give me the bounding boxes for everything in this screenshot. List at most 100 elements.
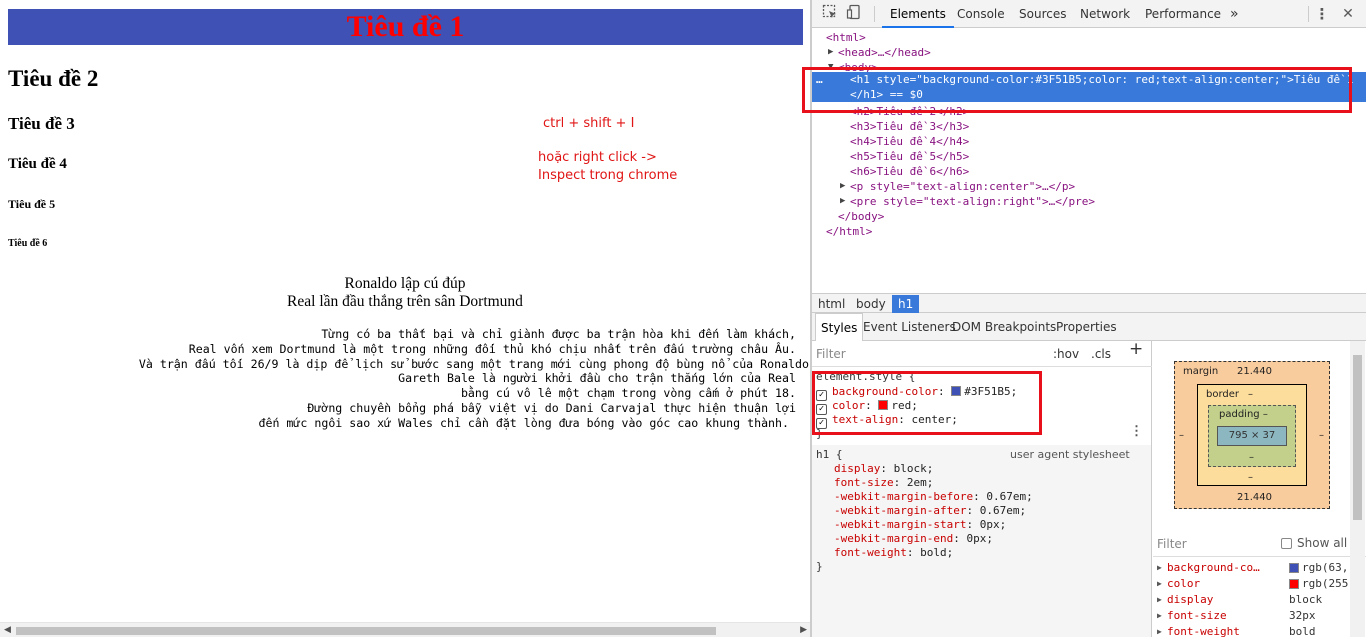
center-paragraph: Ronaldo lập cú đúp Real lần đầu thắng tr… — [0, 275, 810, 311]
color-swatch-icon — [1289, 563, 1299, 573]
cls-toggle[interactable]: .cls — [1091, 347, 1111, 361]
dom-h3[interactable]: <h3>Tiêu đề 3</h3> — [850, 119, 969, 134]
expand-triangle-icon[interactable]: ▶ — [828, 45, 833, 60]
margin-bottom-value[interactable]: 21.440 — [1237, 492, 1272, 503]
pre-line: Từng có ba thất bại và chỉ giành được ba… — [321, 327, 796, 341]
pre-line: đến mức ngôi sao xứ Wales chỉ cần đặt lò… — [258, 415, 789, 430]
customize-menu-icon[interactable]: ⋮ — [1312, 4, 1332, 24]
breadcrumb: html body h1 — [812, 293, 1366, 313]
box-model-margin: margin 21.440 21.440 – – border – – padd… — [1174, 361, 1330, 509]
tab-sources[interactable]: Sources — [1019, 0, 1066, 28]
box-model-content[interactable]: 795 × 37 — [1217, 426, 1287, 446]
ua-rule: -webkit-margin-before: 0.67em; — [834, 490, 1033, 503]
styles-filter-input[interactable]: Filter — [816, 347, 846, 361]
device-toolbar-icon[interactable] — [844, 4, 864, 24]
paragraph-line: Ronaldo lập cú đúp — [344, 275, 466, 292]
border-top-value[interactable]: – — [1248, 389, 1253, 400]
ua-selector: h1 { — [816, 448, 843, 461]
breadcrumb-h1[interactable]: h1 — [892, 295, 920, 313]
heading-2: Tiêu đề 2 — [8, 66, 99, 91]
pre-line: bằng cú vô lê một chạm trong vòng cấm ở … — [460, 386, 796, 401]
pre-line: Gareth Bale là người khởi đầu cho trận t… — [398, 371, 796, 386]
tab-console[interactable]: Console — [957, 0, 1005, 28]
computed-row[interactable]: ▶ font-size 32px — [1153, 608, 1348, 624]
horizontal-scrollbar[interactable]: ◀ ▶ — [0, 622, 810, 637]
rule-menu-icon[interactable]: ⋮ — [1130, 425, 1143, 439]
padding-label: padding – — [1219, 409, 1268, 420]
dom-body-close[interactable]: </body> — [838, 209, 884, 224]
ua-stylesheet-section: h1 { user agent stylesheet display: bloc… — [812, 445, 1151, 637]
pre-line: Và trận đấu tối 26/9 là dịp để lịch sử b… — [138, 356, 809, 371]
heading-6: Tiêu đề 6 — [8, 238, 48, 249]
annotation-box-styles — [812, 371, 1042, 435]
expand-triangle-icon[interactable]: ▶ — [840, 179, 845, 194]
box-model-padding: padding – – 795 × 37 — [1208, 405, 1296, 467]
heading-1: Tiêu đề 1 — [8, 9, 803, 45]
rule-close-brace: } — [816, 560, 823, 573]
ua-rule: -webkit-margin-after: 0.67em; — [834, 504, 1027, 517]
ua-rule: font-weight: bold; — [834, 546, 954, 559]
computed-row[interactable]: ▶ color rgb(255 — [1153, 576, 1348, 592]
tab-performance[interactable]: Performance — [1145, 0, 1221, 28]
devtools-toolbar: Elements Console Sources Network Perform… — [812, 0, 1366, 28]
margin-label: margin — [1183, 366, 1219, 377]
show-all-toggle[interactable]: Show all — [1281, 536, 1347, 550]
margin-top-value[interactable]: 21.440 — [1237, 366, 1272, 377]
expand-triangle-icon[interactable]: ▶ — [840, 194, 845, 209]
new-rule-icon[interactable]: + — [1129, 341, 1143, 358]
more-tabs-icon[interactable]: » — [1230, 0, 1239, 28]
computed-row[interactable]: ▶ font-weight bold — [1153, 624, 1348, 640]
box-model-border: border – – padding – – 795 × 37 — [1197, 384, 1307, 486]
computed-row[interactable]: ▶ display block — [1153, 592, 1348, 608]
scroll-right-arrow-icon[interactable]: ▶ — [800, 624, 807, 635]
computed-divider — [1153, 556, 1366, 557]
right-click-note: hoặc right click -> — [538, 150, 657, 165]
tab-event-listeners[interactable]: Event Listeners — [863, 313, 956, 341]
ua-rule: -webkit-margin-start: 0px; — [834, 518, 1007, 531]
dom-html-open[interactable]: <html> — [826, 30, 866, 45]
tab-properties[interactable]: Properties — [1056, 313, 1117, 341]
ua-rule: display: block; — [834, 462, 934, 475]
breadcrumb-body[interactable]: body — [850, 295, 892, 313]
breadcrumb-html[interactable]: html — [812, 295, 851, 313]
heading-3: Tiêu đề 3 — [8, 114, 75, 133]
toolbar-separator — [1308, 6, 1309, 22]
computed-filter-input[interactable]: Filter — [1157, 537, 1187, 551]
color-swatch-icon — [1289, 579, 1299, 589]
tab-network[interactable]: Network — [1080, 0, 1130, 28]
tab-elements[interactable]: Elements — [882, 0, 954, 28]
ua-rule: -webkit-margin-end: 0px; — [834, 532, 993, 545]
padding-bottom-value[interactable]: – — [1249, 452, 1254, 463]
border-bottom-value[interactable]: – — [1248, 472, 1253, 483]
margin-right-value[interactable]: – — [1319, 430, 1324, 441]
pre-block: Từng có ba thất bại và chỉ giành được ba… — [139, 327, 809, 431]
close-icon[interactable]: ✕ — [1338, 4, 1358, 24]
dom-head[interactable]: <head>…</head> — [838, 45, 931, 60]
margin-left-value[interactable]: – — [1179, 430, 1184, 441]
tab-dom-breakpoints[interactable]: DOM Breakpoints — [952, 313, 1056, 341]
scroll-left-arrow-icon[interactable]: ◀ — [4, 624, 11, 635]
pre-line: Real vốn xem Dortmund là một trong những… — [188, 341, 796, 356]
shortcut-note: ctrl + shift + I — [543, 116, 635, 131]
dom-html-close[interactable]: </html> — [826, 224, 872, 239]
computed-pane: Filter Show all ▶ background-co… rgb(63, ▶… — [1153, 530, 1366, 640]
dom-p[interactable]: <p style="text-align:center">…</p> — [850, 179, 1075, 194]
dom-h4[interactable]: <h4>Tiêu đề 4</h4> — [850, 134, 969, 149]
dom-h5[interactable]: <h5>Tiêu đề 5</h5> — [850, 149, 969, 164]
hov-toggle[interactable]: :hov — [1053, 347, 1079, 361]
sidebar-vertical-scrollbar[interactable] — [1350, 341, 1365, 637]
styles-filter-bar: Filter :hov .cls + — [812, 341, 1152, 367]
rendered-page: Tiêu đề 1 Tiêu đề 2 Tiêu đề 3 Tiêu đề 4 … — [0, 0, 810, 637]
tab-styles[interactable]: Styles — [815, 313, 864, 341]
scrollbar-thumb[interactable] — [1353, 355, 1362, 520]
scrollbar-thumb[interactable] — [16, 627, 716, 635]
toolbar-separator — [874, 6, 875, 22]
ua-source-label: user agent stylesheet — [1010, 448, 1130, 461]
inspect-note: Inspect trong chrome — [538, 168, 678, 183]
dom-h6[interactable]: <h6>Tiêu đề 6</h6> — [850, 164, 969, 179]
heading-4: Tiêu đề 4 — [8, 156, 67, 172]
computed-row[interactable]: ▶ background-co… rgb(63, — [1153, 560, 1348, 576]
checkbox-unchecked-icon[interactable] — [1281, 538, 1292, 549]
inspect-element-icon[interactable] — [820, 4, 840, 24]
dom-pre[interactable]: <pre style="text-align:right">…</pre> — [850, 194, 1095, 209]
